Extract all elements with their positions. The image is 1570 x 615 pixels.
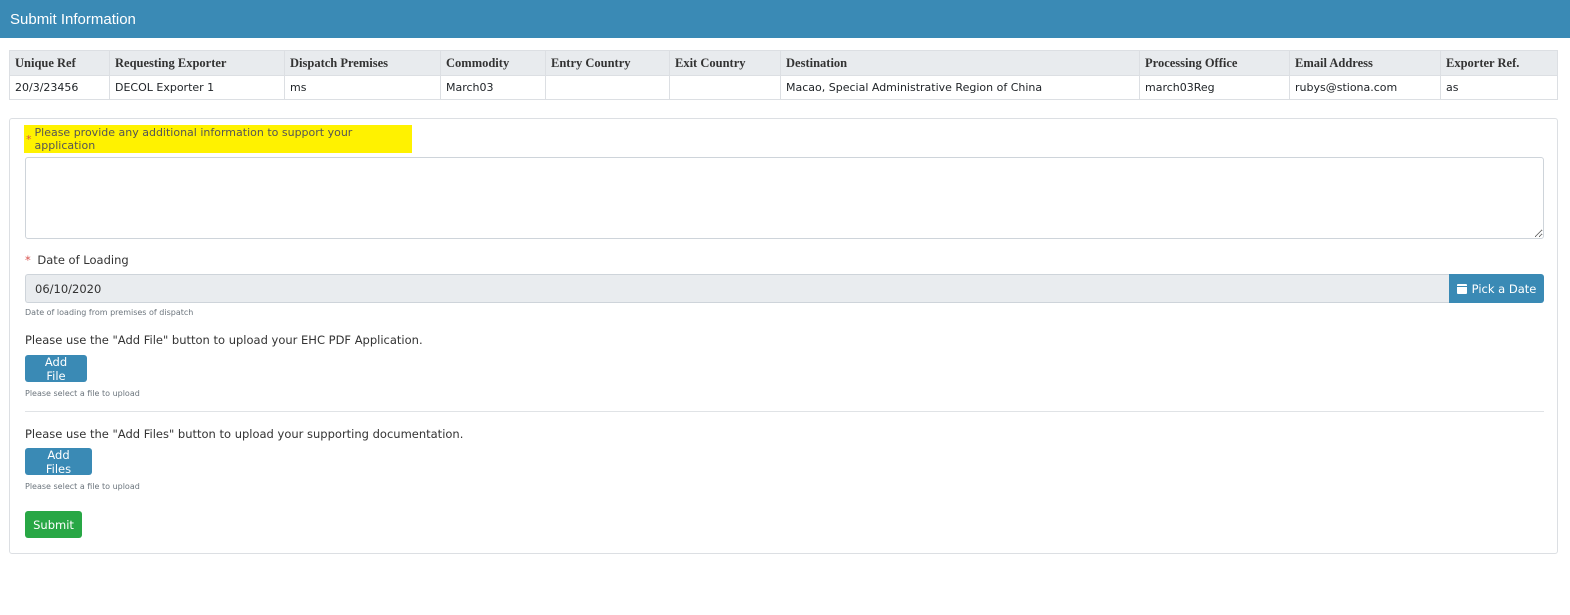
pick-date-button[interactable]: Pick a Date [1449, 274, 1544, 303]
page-header: Submit Information [0, 0, 1570, 38]
additional-info-textarea[interactable] [25, 157, 1544, 239]
supporting-docs-instruction: Please use the "Add Files" button to upl… [25, 427, 464, 441]
cell-email-address: rubys@stiona.com [1289, 75, 1441, 100]
date-of-loading-value: 06/10/2020 [35, 281, 102, 296]
date-of-loading-input[interactable]: 06/10/2020 [25, 274, 1449, 303]
cell-requesting-exporter: DECOL Exporter 1 [109, 75, 285, 100]
column-header: Unique Ref [9, 50, 110, 76]
submission-form: * Please provide any additional informat… [9, 118, 1558, 554]
column-header: Entry Country [545, 50, 670, 76]
submit-button[interactable]: Submit [25, 511, 82, 538]
column-header: Destination [780, 50, 1140, 76]
cell-exporter-ref: as [1440, 75, 1558, 100]
cell-destination: Macao, Special Administrative Region of … [780, 75, 1140, 100]
required-marker: * [25, 253, 31, 267]
page-title: Submit Information [10, 10, 136, 28]
cell-commodity: March03 [440, 75, 546, 100]
column-header: Dispatch Premises [284, 50, 441, 76]
cell-processing-office: march03Reg [1139, 75, 1290, 100]
column-header: Commodity [440, 50, 546, 76]
column-header: Requesting Exporter [109, 50, 285, 76]
additional-info-label: * Please provide any additional informat… [24, 125, 412, 153]
summary-header-row: Unique Ref Requesting Exporter Dispatch … [9, 50, 1558, 76]
date-of-loading-label: * Date of Loading [25, 253, 129, 267]
section-divider [25, 411, 1544, 412]
add-files-help-text: Please select a file to upload [25, 482, 140, 491]
required-marker: * [26, 132, 32, 146]
date-help-text: Date of loading from premises of dispatc… [25, 308, 194, 317]
column-header: Exporter Ref. [1440, 50, 1558, 76]
cell-dispatch-premises: ms [284, 75, 441, 100]
additional-info-label-text: Please provide any additional informatio… [34, 126, 353, 152]
summary-table: Unique Ref Requesting Exporter Dispatch … [9, 50, 1558, 100]
cell-entry-country [545, 75, 670, 100]
add-file-button[interactable]: Add File [25, 355, 87, 383]
cell-exit-country [669, 75, 781, 100]
column-header: Processing Office [1139, 50, 1290, 76]
cell-unique-ref: 20/3/23456 [9, 75, 110, 100]
date-of-loading-label-text: Date of Loading [37, 253, 129, 267]
add-file-help-text: Please select a file to upload [25, 389, 140, 398]
table-row: 20/3/23456 DECOL Exporter 1 ms March03 M… [9, 75, 1558, 100]
pick-date-label: Pick a Date [1471, 281, 1537, 296]
date-picker-group: 06/10/2020 Pick a Date [25, 274, 1544, 303]
calendar-icon [1456, 283, 1467, 294]
column-header: Exit Country [669, 50, 781, 76]
add-files-button[interactable]: Add Files [25, 448, 92, 476]
column-header: Email Address [1289, 50, 1441, 76]
ehc-upload-instruction: Please use the "Add File" button to uplo… [25, 333, 423, 347]
